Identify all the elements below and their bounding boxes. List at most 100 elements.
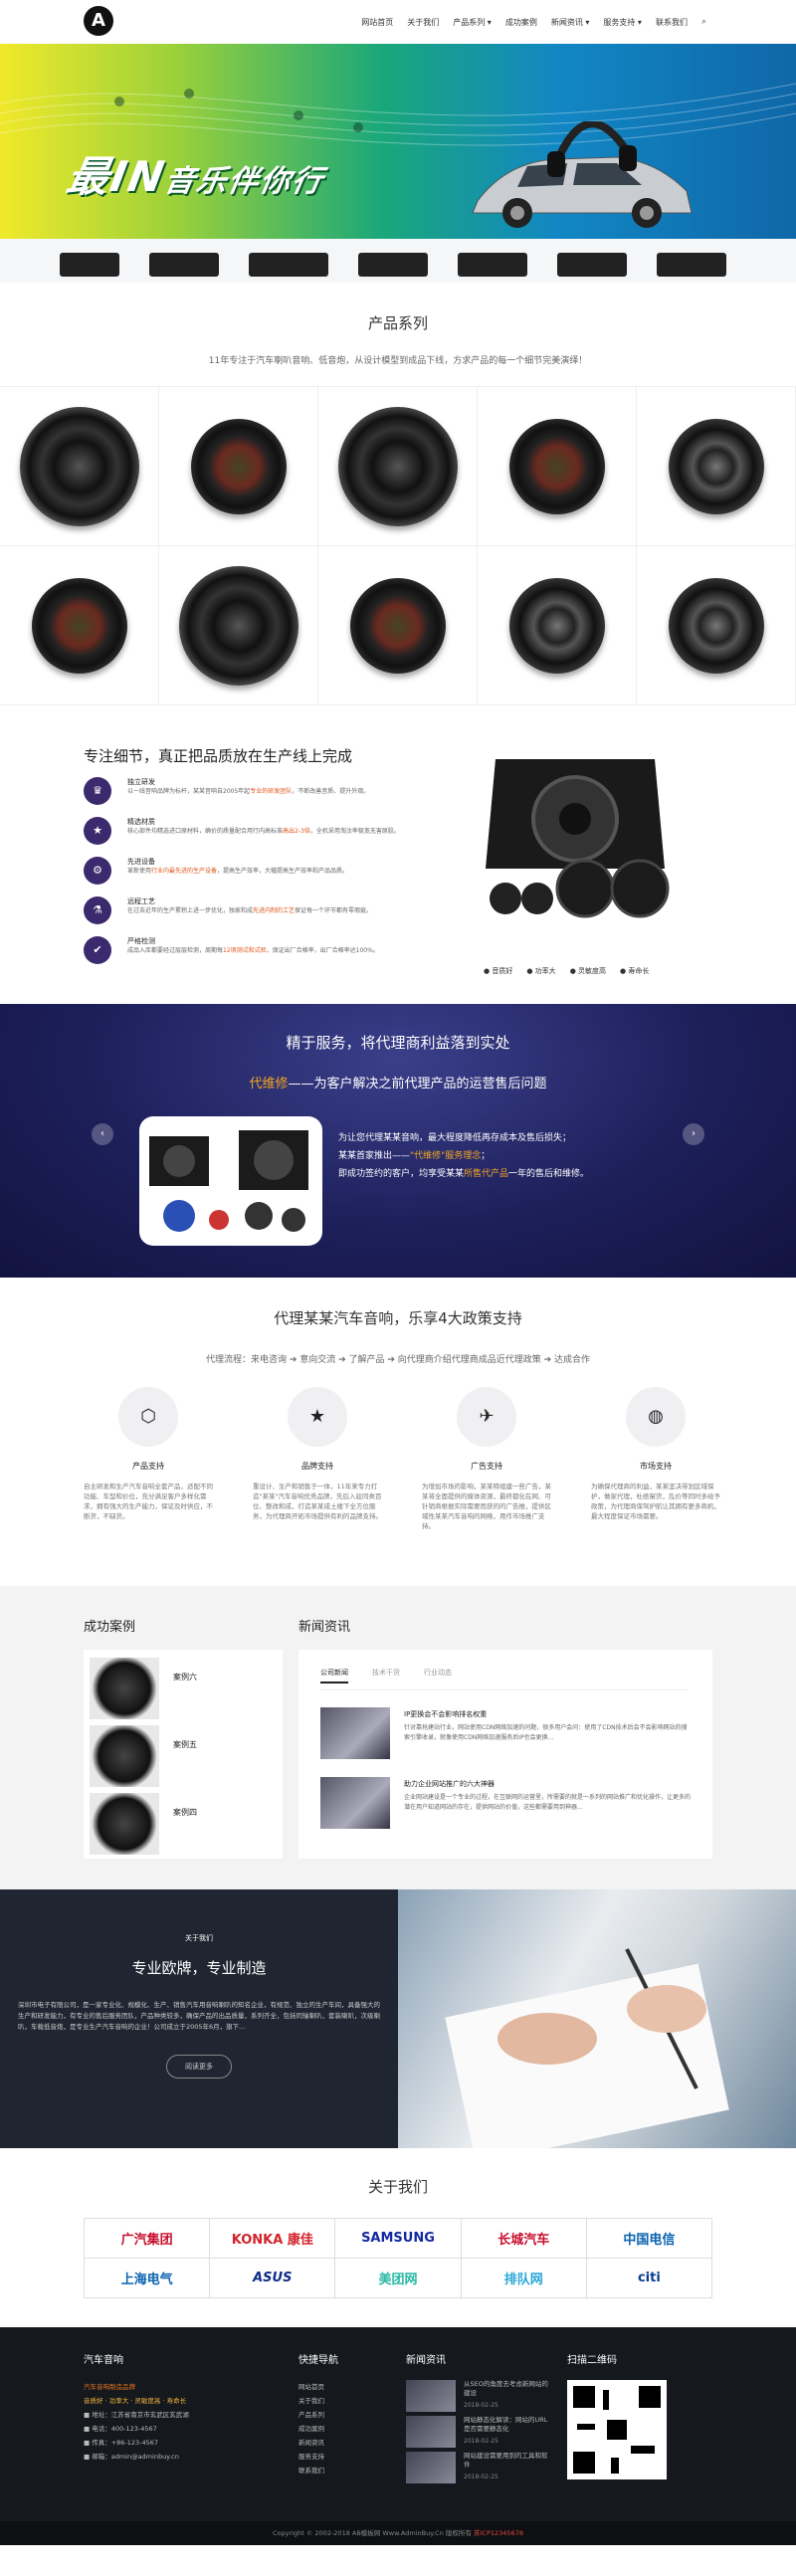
speaker-image bbox=[190, 418, 287, 514]
partner-logo[interactable]: 广汽集团 bbox=[85, 2219, 211, 2259]
partner-logo[interactable]: 上海电气 bbox=[85, 2259, 211, 2298]
product-item[interactable] bbox=[318, 546, 478, 705]
qr-code-image bbox=[567, 2380, 667, 2479]
footer-brand: 汽车音响 bbox=[84, 2355, 123, 2366]
carousel-next-button[interactable]: › bbox=[683, 1123, 704, 1145]
policy-column: ⬡ 产品支持 自主研发和生产汽车音响全套产品，适配不同功能、车型和价位，充分满足… bbox=[84, 1387, 213, 1531]
carousel-prev-button[interactable]: ‹ bbox=[92, 1123, 113, 1145]
product-item[interactable] bbox=[478, 387, 637, 546]
feature-desc: 成品入库都要经过层层检测，周期每12项测试和试验，保证出厂合格率，出厂合格率达1… bbox=[127, 947, 379, 954]
news-item-title[interactable]: IP更换会不会影响排名权重 bbox=[404, 1709, 487, 1719]
agent-title: 精于服务，将代理商利益落到实处 bbox=[286, 1034, 510, 1052]
case-item[interactable]: 案例四 bbox=[90, 1793, 269, 1855]
site-header: A 网站首页 关于我们 产品系列 ▾ 成功案例 新闻资讯 ▾ 服务支持 ▾ 联系… bbox=[0, 0, 796, 44]
nav-products[interactable]: 产品系列 ▾ bbox=[453, 17, 492, 28]
product-grid bbox=[0, 386, 796, 705]
partners-section: 关于我们 广汽集团 KONKA 康佳 SAMSUNG 长城汽车 中国电信 上海电… bbox=[0, 2148, 796, 2327]
product-strip bbox=[0, 239, 796, 283]
nav-news[interactable]: 新闻资讯 ▾ bbox=[551, 17, 590, 28]
product-item[interactable] bbox=[159, 387, 318, 546]
partner-logo[interactable]: citi bbox=[586, 2259, 712, 2298]
footer-link[interactable]: 产品系列 bbox=[298, 2408, 388, 2422]
partners-title: 关于我们 bbox=[367, 2178, 428, 2196]
product-item[interactable] bbox=[637, 546, 796, 705]
footer-link[interactable]: 网站首页 bbox=[298, 2380, 388, 2394]
gear-icon: ⚙ bbox=[84, 857, 111, 885]
feature-desc: 革新使用行业内最先进的生产设备，提高生产效率，大幅提高生产效率和产品品质。 bbox=[127, 868, 349, 875]
footer-quick-title: 快捷导航 bbox=[298, 2355, 338, 2366]
copyright: Copyright © 2002-2018 AB模板网 Www.AdminBuy… bbox=[0, 2521, 796, 2545]
flask-icon: ⚗ bbox=[84, 896, 111, 924]
product-item[interactable] bbox=[0, 546, 159, 705]
products-title: 产品系列 bbox=[367, 314, 428, 332]
agent-subtitle: 代维修——为客户解决之前代理产品的运营售后问题 bbox=[249, 1077, 547, 1091]
feature-title: 远程工艺 bbox=[127, 897, 155, 905]
footer-news-item[interactable]: 网站建设需要用到的工具和软件 2018-02-25 bbox=[406, 2452, 565, 2487]
tab-tech[interactable]: 技术干货 bbox=[372, 1668, 400, 1684]
product-item[interactable] bbox=[318, 387, 478, 546]
product-item[interactable] bbox=[637, 387, 796, 546]
nav-home[interactable]: 网站首页 bbox=[361, 17, 393, 28]
product-item[interactable] bbox=[478, 546, 637, 705]
product-item[interactable] bbox=[0, 387, 159, 546]
feature-legend: ● 音质好 ● 功率大 ● 灵敏度高 ● 寿命长 bbox=[484, 967, 650, 975]
partner-logo[interactable]: KONKA 康佳 bbox=[210, 2219, 336, 2259]
speaker-image bbox=[19, 406, 139, 526]
search-icon[interactable]: ⌕ bbox=[701, 17, 706, 27]
tab-industry[interactable]: 行业动态 bbox=[424, 1668, 452, 1684]
speaker-image bbox=[178, 565, 298, 686]
feature-desc: 以一线音响品牌为标杆，某某音响自2005年起专业的研发团队，不断改善音质、提升外… bbox=[127, 788, 370, 795]
footer-link[interactable]: 联系我们 bbox=[298, 2464, 388, 2477]
case-label: 案例五 bbox=[173, 1740, 197, 1749]
speaker-image bbox=[508, 577, 605, 674]
partner-logo[interactable]: 中国电信 bbox=[586, 2219, 712, 2259]
policy-col-title: 品牌支持 bbox=[301, 1462, 333, 1471]
ribbon-icon: ♛ bbox=[84, 777, 111, 805]
news-item[interactable]: IP更换会不会影响排名权重 针对靠抢建站行业，网站使用CDN网络加速的问题，很多… bbox=[320, 1707, 698, 1759]
policy-col-desc: 为确保代理商的利益，某某坚决带划区域保护，做家代理，杜绝窜货，乱价等同时多给予政… bbox=[591, 1483, 720, 1520]
agency-flow: 代理流程：来电咨询 ➔ 意向交流 ➔ 了解产品 ➔ 向代理商介绍代理商成品近代理… bbox=[205, 1355, 591, 1365]
partner-logo[interactable]: 排队网 bbox=[461, 2259, 587, 2298]
footer-brand-sub: 汽车音响制造品牌 bbox=[84, 2383, 135, 2391]
policy-column: ◍ 市场支持 为确保代理商的利益，某某坚决带划区域保护，做家代理，杜绝窜货，乱价… bbox=[591, 1387, 720, 1531]
policy-column: ★ 品牌支持 重设计、生产和销售于一体，11年来专力打造"某某"汽车音响优秀品牌… bbox=[253, 1387, 382, 1531]
partner-logo[interactable]: 长城汽车 bbox=[461, 2219, 587, 2259]
site-logo[interactable]: A bbox=[84, 6, 113, 36]
policy-section: 代理某某汽车音响，乐享4大政策支持 代理流程：来电咨询 ➔ 意向交流 ➔ 了解产… bbox=[0, 1278, 796, 1586]
tab-company-news[interactable]: 公司新闻 bbox=[320, 1668, 348, 1684]
main-nav: 网站首页 关于我们 产品系列 ▾ 成功案例 新闻资讯 ▾ 服务支持 ▾ 联系我们… bbox=[347, 0, 706, 44]
case-item[interactable]: 案例五 bbox=[90, 1725, 269, 1787]
partner-logo[interactable]: SAMSUNG bbox=[335, 2219, 462, 2259]
footer-link[interactable]: 新闻资讯 bbox=[298, 2436, 388, 2450]
nav-service[interactable]: 服务支持 ▾ bbox=[603, 17, 642, 28]
footer-link[interactable]: 成功案例 bbox=[298, 2422, 388, 2436]
product-item[interactable] bbox=[159, 546, 318, 705]
case-item[interactable]: 案例六 bbox=[90, 1658, 269, 1719]
agent-description: 为让您代理某某音响，最大程度降低再存成本及售后损失； 某某首家推出——"代维修"… bbox=[338, 1133, 590, 1179]
news-item-title[interactable]: 助力企业网站推广的六大神器 bbox=[404, 1779, 495, 1789]
policy-col-title: 广告支持 bbox=[471, 1462, 502, 1471]
policy-title: 代理某某汽车音响，乐享4大政策支持 bbox=[274, 1309, 522, 1327]
footer-news-item[interactable]: 网站静态化解读：网站的URL是否需要静态化 2018-02-25 bbox=[406, 2416, 565, 2452]
partner-logo[interactable]: 美团网 bbox=[335, 2259, 462, 2298]
about-label: 关于我们 bbox=[185, 1934, 213, 1942]
footer-news-item[interactable]: 从SEO的角度去考虑新网站的建设 2018-02-25 bbox=[406, 2380, 565, 2416]
nav-about[interactable]: 关于我们 bbox=[407, 17, 439, 28]
star-icon: ★ bbox=[288, 1387, 347, 1447]
footer-email: ■ 邮箱：admin@adminbuy.cn bbox=[84, 2453, 179, 2461]
policy-col-desc: 为增加市场的影响，某某特组建一些广告，某某将全面提供的媒体资源，最终都化在网、可… bbox=[422, 1483, 551, 1530]
about-title: 专业欧牌，专业制造 bbox=[131, 1959, 267, 1977]
nav-cases[interactable]: 成功案例 bbox=[505, 17, 537, 28]
news-item[interactable]: 助力企业网站推广的六大神器 企业网站建设是一个专业的过程，在互联网的运营里，所需… bbox=[320, 1777, 698, 1829]
about-section: 关于我们 专业欧牌，专业制造 深圳市电子有限公司，是一家专业化、规模化、生产、销… bbox=[0, 1889, 796, 2148]
nav-contact[interactable]: 联系我们 bbox=[656, 17, 688, 28]
read-more-button[interactable]: 阅读更多 bbox=[166, 2055, 232, 2079]
policy-col-title: 产品支持 bbox=[132, 1462, 164, 1471]
footer-quick-nav: 快捷导航 网站首页 关于我们 产品系列 成功案例 新闻资讯 服务支持 联系我们 bbox=[298, 2351, 388, 2477]
car-with-headphones-image bbox=[472, 121, 693, 228]
footer-link[interactable]: 关于我们 bbox=[298, 2394, 388, 2408]
footer-fax: ■ 传真：+86-123-4567 bbox=[84, 2439, 159, 2447]
banner-slogan: 最IN音乐伴你行 bbox=[63, 152, 327, 201]
footer-link[interactable]: 服务支持 bbox=[298, 2450, 388, 2464]
partner-logo[interactable]: ASUS bbox=[210, 2259, 336, 2298]
